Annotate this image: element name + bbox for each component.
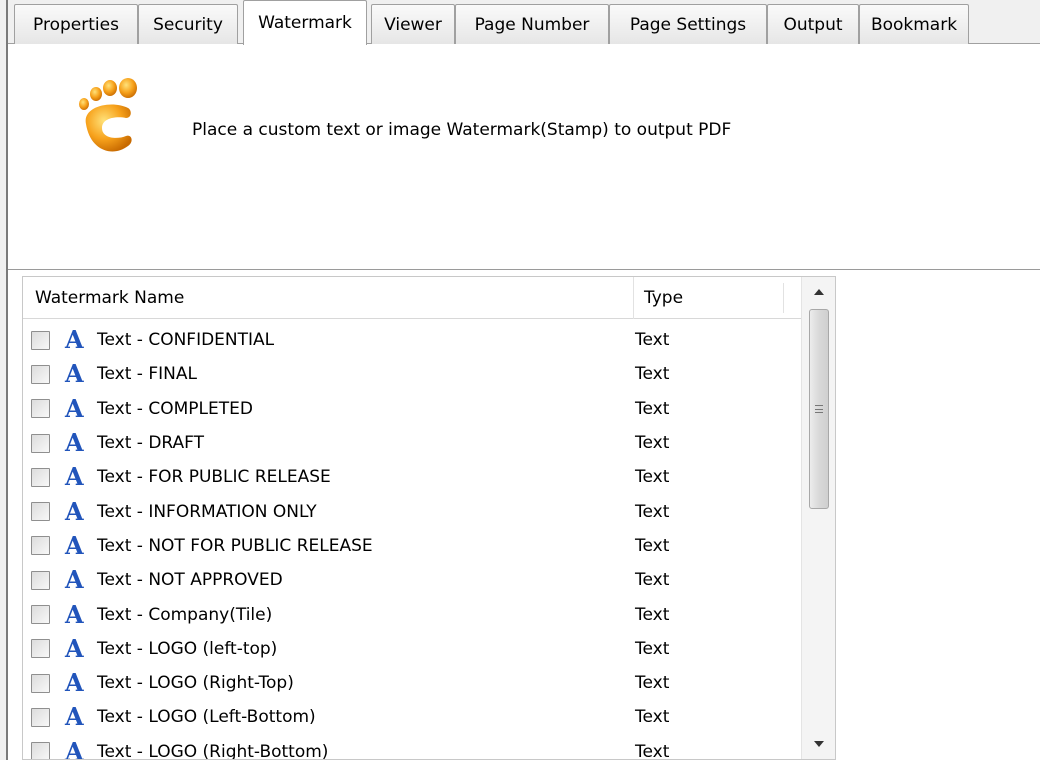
scroll-thumb[interactable] bbox=[809, 309, 829, 509]
watermark-name: Text - DRAFT bbox=[97, 433, 205, 454]
watermark-name: Text - LOGO (left-top) bbox=[97, 638, 278, 659]
window-left-edge bbox=[0, 0, 8, 760]
header-separator bbox=[8, 269, 1040, 270]
tab-label: Viewer bbox=[384, 14, 442, 35]
tab-label: Output bbox=[783, 14, 843, 35]
watermark-type: Text bbox=[635, 467, 670, 488]
vertical-scrollbar[interactable] bbox=[801, 277, 835, 759]
watermark-checkbox[interactable] bbox=[31, 467, 50, 487]
watermark-type: Text bbox=[635, 364, 670, 385]
watermark-name: Text - COMPLETED bbox=[97, 398, 253, 419]
letter-a-icon: A bbox=[65, 599, 84, 629]
watermark-type: Text bbox=[635, 398, 670, 419]
letter-a-icon: A bbox=[65, 496, 84, 526]
tab-label: Security bbox=[153, 14, 223, 35]
tab-bookmark[interactable]: Bookmark bbox=[859, 4, 969, 44]
list-item[interactable]: A Text - LOGO (Right-Top) Text bbox=[23, 666, 801, 700]
watermark-type: Text bbox=[635, 707, 670, 728]
watermark-name: Text - FINAL bbox=[97, 364, 197, 385]
watermark-name: Text - LOGO (Right-Bottom) bbox=[97, 741, 329, 760]
watermark-checkbox[interactable] bbox=[31, 639, 50, 659]
tab-label: Page Settings bbox=[629, 14, 747, 35]
header-description: Place a custom text or image Watermark(S… bbox=[192, 120, 732, 140]
list-header: Watermark Name Type bbox=[23, 277, 801, 319]
watermark-checkbox[interactable] bbox=[31, 742, 50, 759]
list-item[interactable]: A Text - LOGO (Right-Bottom) Text bbox=[23, 735, 801, 760]
tab-watermark[interactable]: Watermark bbox=[243, 0, 367, 45]
letter-a-icon: A bbox=[65, 565, 84, 595]
watermark-checkbox[interactable] bbox=[31, 570, 50, 590]
scroll-down-button[interactable] bbox=[802, 729, 835, 759]
watermark-type: Text bbox=[635, 638, 670, 659]
list-item[interactable]: A Text - DRAFT Text bbox=[23, 426, 801, 460]
tab-output[interactable]: Output bbox=[767, 4, 859, 44]
column-header-watermark-name[interactable]: Watermark Name bbox=[35, 277, 623, 319]
watermark-type: Text bbox=[635, 570, 670, 591]
watermark-type: Text bbox=[635, 535, 670, 556]
letter-a-icon: A bbox=[65, 462, 84, 492]
list-item[interactable]: A Text - LOGO (left-top) Text bbox=[23, 632, 801, 666]
watermark-list[interactable]: Watermark Name Type A Text - CONFIDENTIAL… bbox=[22, 276, 836, 760]
watermark-checkbox[interactable] bbox=[31, 433, 50, 453]
tab-label: Bookmark bbox=[870, 14, 958, 35]
watermark-name: Text - NOT FOR PUBLIC RELEASE bbox=[97, 535, 373, 556]
tab-properties[interactable]: Properties bbox=[14, 4, 138, 44]
watermark-name: Text - LOGO (Right-Top) bbox=[97, 673, 294, 694]
letter-a-icon: A bbox=[65, 702, 84, 732]
watermark-type: Text bbox=[635, 604, 670, 625]
watermark-name: Text - CONFIDENTIAL bbox=[97, 330, 275, 351]
watermark-name: Text - INFORMATION ONLY bbox=[97, 501, 317, 522]
list-item[interactable]: A Text - CONFIDENTIAL Text bbox=[23, 323, 801, 357]
arrow-down-icon bbox=[814, 741, 824, 747]
list-item[interactable]: A Text - FOR PUBLIC RELEASE Text bbox=[23, 460, 801, 494]
list-item[interactable]: A Text - FINAL Text bbox=[23, 357, 801, 391]
watermark-checkbox[interactable] bbox=[31, 673, 50, 693]
column-divider bbox=[783, 283, 784, 313]
grip-icon bbox=[815, 405, 823, 413]
letter-a-icon: A bbox=[65, 668, 84, 698]
tab-security[interactable]: Security bbox=[138, 4, 238, 44]
tab-viewer[interactable]: Viewer bbox=[371, 4, 455, 44]
watermark-checkbox[interactable] bbox=[31, 399, 50, 419]
letter-a-icon: A bbox=[65, 428, 84, 458]
letter-a-icon: A bbox=[65, 736, 84, 760]
list-item[interactable]: A Text - Company(Tile) Text bbox=[23, 597, 801, 631]
tab-label: Page Number bbox=[474, 14, 590, 35]
tab-label: Properties bbox=[33, 14, 119, 35]
watermark-checkbox[interactable] bbox=[31, 605, 50, 625]
watermark-type: Text bbox=[635, 330, 670, 351]
watermark-type: Text bbox=[635, 433, 670, 454]
list-item[interactable]: A Text - NOT FOR PUBLIC RELEASE Text bbox=[23, 529, 801, 563]
watermark-type: Text bbox=[635, 741, 670, 760]
tab-page-number[interactable]: Page Number bbox=[455, 4, 609, 44]
watermark-checkbox[interactable] bbox=[31, 502, 50, 522]
arrow-up-icon bbox=[814, 289, 824, 295]
tab-label: Watermark bbox=[258, 13, 352, 33]
list-item[interactable]: A Text - NOT APPROVED Text bbox=[23, 563, 801, 597]
watermark-name: Text - NOT APPROVED bbox=[97, 570, 283, 591]
watermark-checkbox[interactable] bbox=[31, 364, 50, 384]
list-rows: A Text - CONFIDENTIAL Text A Text - FINAL Tex… bbox=[23, 323, 801, 760]
watermark-name: Text - LOGO (Left-Bottom) bbox=[97, 707, 316, 728]
letter-a-icon: A bbox=[65, 530, 84, 560]
watermark-checkbox[interactable] bbox=[31, 536, 50, 556]
letter-a-icon: A bbox=[65, 359, 84, 389]
watermark-checkbox[interactable] bbox=[31, 707, 50, 727]
scroll-up-button[interactable] bbox=[802, 277, 835, 307]
watermark-name: Text - FOR PUBLIC RELEASE bbox=[97, 467, 331, 488]
watermark-checkbox[interactable] bbox=[31, 330, 50, 350]
letter-a-icon: A bbox=[65, 325, 84, 355]
list-item[interactable]: A Text - COMPLETED Text bbox=[23, 392, 801, 426]
list-item[interactable]: A Text - LOGO (Left-Bottom) Text bbox=[23, 700, 801, 734]
letter-a-icon: A bbox=[65, 393, 84, 423]
column-header-type[interactable]: Type bbox=[633, 277, 783, 319]
watermark-type: Text bbox=[635, 501, 670, 522]
watermark-name: Text - Company(Tile) bbox=[97, 604, 273, 625]
tab-page-settings[interactable]: Page Settings bbox=[609, 4, 767, 44]
foot-logo-icon bbox=[72, 78, 154, 158]
watermark-type: Text bbox=[635, 673, 670, 694]
letter-a-icon: A bbox=[65, 633, 84, 663]
list-item[interactable]: A Text - INFORMATION ONLY Text bbox=[23, 494, 801, 528]
